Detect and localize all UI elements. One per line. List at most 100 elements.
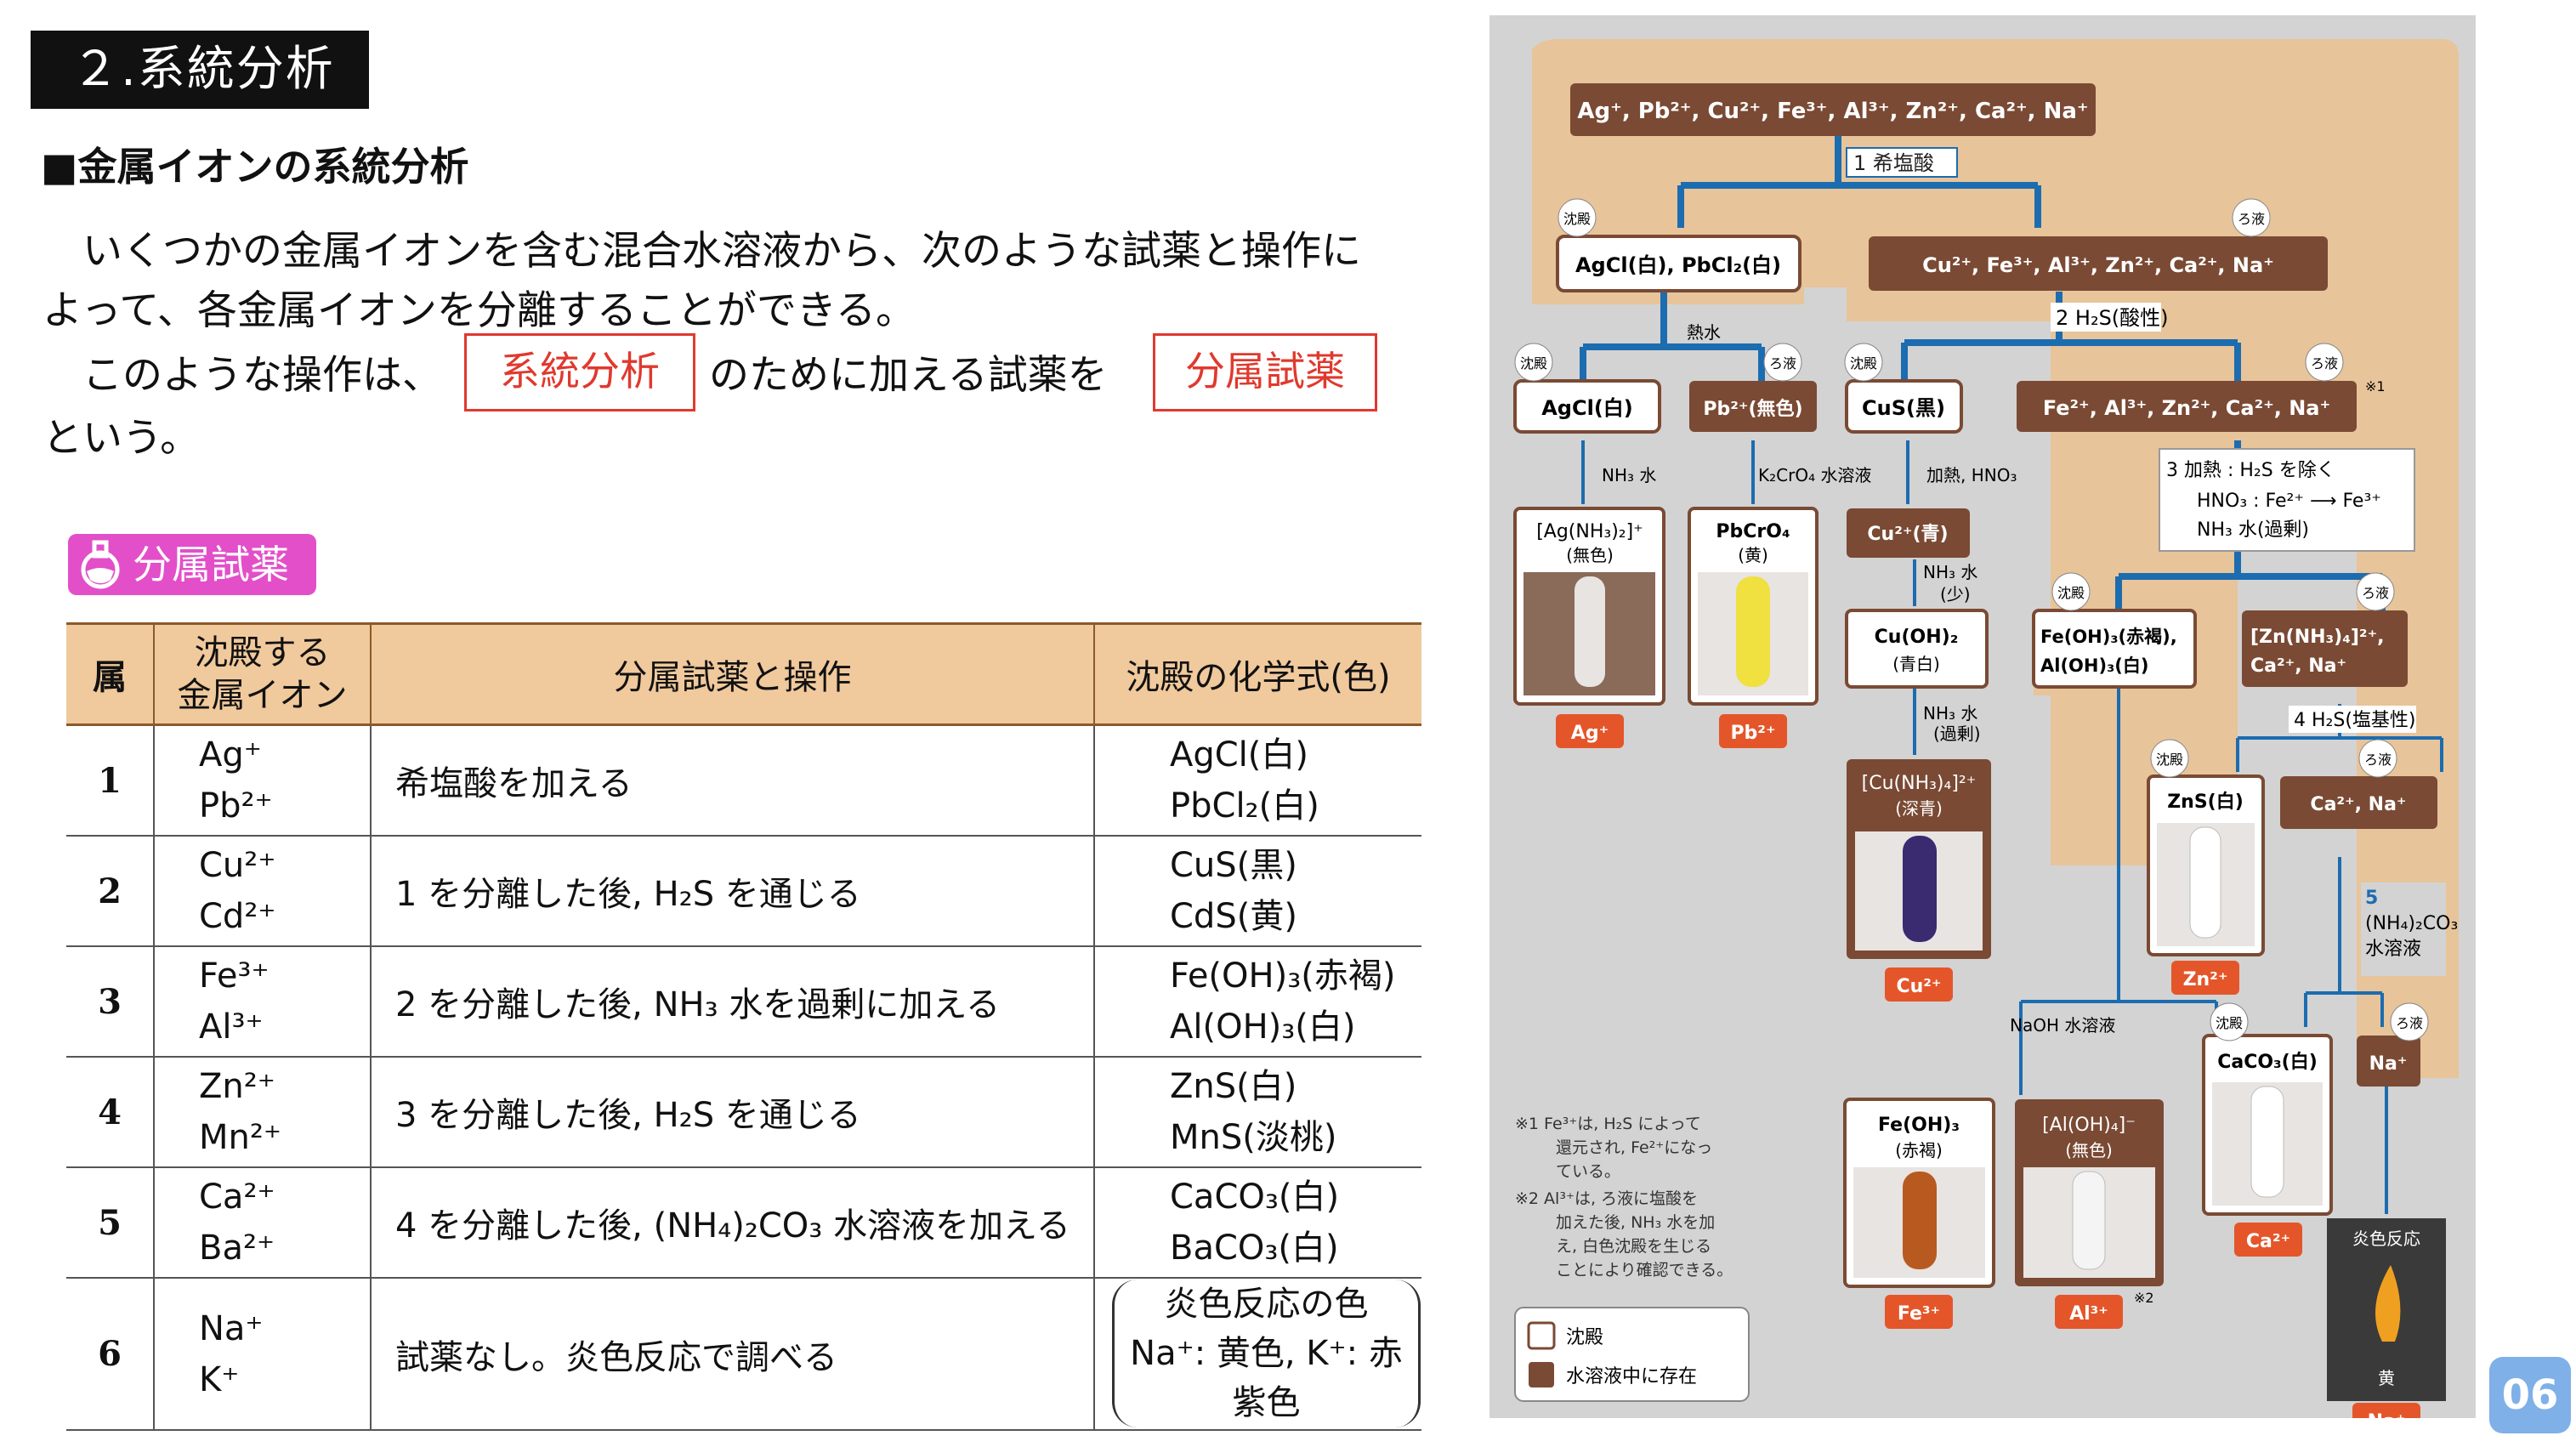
svg-text:[Cu(NH₃)₄]²⁺: [Cu(NH₃)₄]²⁺ <box>1862 773 1977 794</box>
legend: 沈殿 水溶液中に存在 <box>1514 1307 1750 1402</box>
svg-text:Zn²⁺: Zn²⁺ <box>2183 969 2228 990</box>
step1-label: 1 希塩酸 <box>1853 151 1934 175</box>
ppt: MnS(淡桃) <box>1170 1118 1337 1157</box>
cell-ions: Cu²⁺ Cd²⁺ <box>153 836 371 947</box>
ion: Na⁺ <box>199 1308 264 1348</box>
cell-group: 4 <box>66 1057 154 1168</box>
node-agcl: AgCl(白) <box>1513 379 1661 434</box>
step2-label: 2 H₂S(酸性) <box>2056 306 2169 330</box>
svg-text:Na⁺: Na⁺ <box>2369 1053 2408 1075</box>
node-ca-na: Ca²⁺, Na⁺ <box>2280 776 2437 829</box>
node-zn-complex: [Zn(NH₃)₄]²⁺, Ca²⁺, Na⁺ <box>2242 610 2408 687</box>
svg-text:※1 Fe³⁺は, H₂S によって: ※1 Fe³⁺は, H₂S によって <box>1515 1115 1701 1133</box>
cell-ions: Ca²⁺ Ba²⁺ <box>153 1167 371 1279</box>
svg-text:ろ液: ろ液 <box>2362 585 2389 601</box>
svg-text:ZnS(白): ZnS(白) <box>2167 791 2244 813</box>
ion: Fe³⁺ <box>199 956 270 996</box>
svg-text:3 加熱 : H₂S を除く: 3 加熱 : H₂S を除く <box>2166 460 2335 481</box>
th-ions: 沈殿する 金属イオン <box>153 622 371 726</box>
excess-label: (過剰) <box>1933 724 1981 744</box>
svg-text:CaCO₃(白): CaCO₃(白) <box>2217 1051 2318 1073</box>
th-precipitate: 沈殿の化学式(色) <box>1093 622 1421 726</box>
ion: K⁺ <box>199 1359 240 1399</box>
svg-text:沈殿: 沈殿 <box>2057 585 2085 601</box>
cell-operation: 2 を分離した後, NH₃ 水を過剰に加える <box>370 946 1094 1058</box>
svg-text:[Ag(NH₃)₂]⁺: [Ag(NH₃)₂]⁺ <box>1536 521 1643 542</box>
tag-ppt: 沈殿 <box>1844 343 1883 382</box>
cell-ions: Zn²⁺ Mn²⁺ <box>153 1057 371 1168</box>
node-pb: Pb²⁺(無色) <box>1689 381 1817 432</box>
svg-text:Ca²⁺, Na⁺: Ca²⁺, Na⁺ <box>2250 655 2346 677</box>
svg-text:(無色): (無色) <box>1566 545 1614 565</box>
ion: Ba²⁺ <box>199 1229 275 1268</box>
step3-box: 3 加熱 : H₂S を除く HNO₃ : Fe²⁺ ⟶ Fe³⁺ NH₃ 水(… <box>2159 448 2415 552</box>
svg-text:(赤褐): (赤褐) <box>1895 1140 1943 1160</box>
svg-text:え, 白色沈殿を生じる: え, 白色沈殿を生じる <box>1556 1237 1711 1256</box>
svg-text:Ag⁺, Pb²⁺, Cu²⁺, Fe³⁺, Al³⁺, Z: Ag⁺, Pb²⁺, Cu²⁺, Fe³⁺, Al³⁺, Zn²⁺, Ca²⁺,… <box>1577 99 2088 124</box>
table-row: 1 Ag⁺ Pb²⁺ 希塩酸を加える AgCl(白) PbCl₂(白) <box>66 724 1421 837</box>
svg-text:加えた後, NH₃ 水を加: 加えた後, NH₃ 水を加 <box>1556 1213 1715 1232</box>
node-caco3: CaCO₃(白) <box>2202 1034 2333 1216</box>
node-feoh-aloh: Fe(OH)₃(赤褐), Al(OH)₃(白) <box>2032 609 2197 689</box>
svg-text:Na⁺: Na⁺ <box>2368 1411 2406 1418</box>
table-row: 6 Na⁺ K⁺ 試薬なし。炎色反応で調べる 炎色反応の色 Na⁺: 黄色, K⁺:… <box>66 1278 1421 1431</box>
ion: Mn²⁺ <box>199 1118 282 1157</box>
ion: Zn²⁺ <box>199 1067 275 1106</box>
node-ag-complex: [Ag(NH₃)₂]⁺ (無色) <box>1513 507 1665 706</box>
svg-text:※2 Al³⁺は, ろ液に塩酸を: ※2 Al³⁺は, ろ液に塩酸を <box>1515 1189 1698 1208</box>
node-cuoh2: Cu(OH)₂ (青白) <box>1845 609 1989 689</box>
ion: Pb²⁺ <box>199 786 273 826</box>
node-na: Na⁺ <box>2357 1036 2420 1087</box>
ion-label-ca: Ca²⁺ <box>2234 1223 2302 1257</box>
ion-label-na: Na⁺ <box>2352 1403 2420 1418</box>
table-row: 5 Ca²⁺ Ba²⁺ 4 を分離した後, (NH₄)₂CO₃ 水溶液を加える C… <box>66 1167 1421 1279</box>
ppt: BaCO₃(白) <box>1170 1229 1339 1268</box>
svg-text:Cu²⁺: Cu²⁺ <box>1896 976 1941 997</box>
step5-num: 5 <box>2365 888 2378 909</box>
table-row: 4 Zn²⁺ Mn²⁺ 3 を分離した後, H₂S を通じる ZnS(白) MnS(… <box>66 1057 1421 1168</box>
cell-group: 3 <box>66 946 154 1058</box>
svg-text:AgCl(白), PbCl₂(白): AgCl(白), PbCl₂(白) <box>1575 253 1781 277</box>
svg-text:沈殿: 沈殿 <box>1520 355 1547 372</box>
flame-test: 炎色反応 黄 <box>2327 1218 2446 1401</box>
svg-text:炎色反応: 炎色反応 <box>2352 1229 2420 1249</box>
svg-text:(青白): (青白) <box>1892 654 1940 674</box>
th-operation: 分属試薬と操作 <box>370 622 1094 726</box>
svg-text:(深青): (深青) <box>1895 798 1943 819</box>
svg-text:沈殿: 沈殿 <box>1563 211 1591 227</box>
tag-filt: ろ液 <box>1763 343 1802 382</box>
svg-text:沈殿: 沈殿 <box>2156 752 2183 768</box>
svg-text:Fe(OH)₃: Fe(OH)₃ <box>1878 1115 1960 1136</box>
step4-label: 4 H₂S(塩基性) <box>2294 710 2415 731</box>
node-filtrate-2: Fe²⁺, Al³⁺, Zn²⁺, Ca²⁺, Na⁺ <box>2017 381 2357 432</box>
term-box-systematic-analysis: 系統分析 <box>464 333 695 411</box>
cell-precipitate: ZnS(白) MnS(淡桃) <box>1093 1057 1421 1168</box>
cell-group: 2 <box>66 836 154 947</box>
svg-text:Pb²⁺(無色): Pb²⁺(無色) <box>1703 398 1802 420</box>
cell-ions: Fe³⁺ Al³⁺ <box>153 946 371 1058</box>
naoh-label: NaOH 水溶液 <box>2010 1015 2115 1036</box>
svg-text:(黄): (黄) <box>1738 545 1768 565</box>
ion-label-zn: Zn²⁺ <box>2171 961 2239 995</box>
ppt: Na⁺: 黄色, K⁺: 赤紫色 <box>1130 1334 1403 1422</box>
group-reagent-badge: 分属試薬 <box>68 534 316 595</box>
section-title: ２.系統分析 <box>31 31 369 109</box>
svg-text:Cu²⁺(青): Cu²⁺(青) <box>1867 524 1948 545</box>
cell-operation: 試薬なし。炎色反応で調べる <box>370 1278 1094 1431</box>
svg-text:AgCl(白): AgCl(白) <box>1541 396 1633 420</box>
tag-ppt: 沈殿 <box>2210 1002 2249 1041</box>
cell-group: 1 <box>66 724 154 837</box>
ppt: CdS(黄) <box>1170 897 1297 936</box>
cell-group: 6 <box>66 1278 154 1431</box>
node-cu-complex: [Cu(NH₃)₄]²⁺ (深青) <box>1847 759 1991 959</box>
svg-text:Fe²⁺, Al³⁺, Zn²⁺, Ca²⁺, Na⁺: Fe²⁺, Al³⁺, Zn²⁺, Ca²⁺, Na⁺ <box>2043 396 2330 420</box>
page-number: 06 <box>2489 1357 2571 1433</box>
tag-ppt: 沈殿 <box>1558 198 1597 237</box>
tag-ppt: 沈殿 <box>2051 572 2091 611</box>
svg-text:Fe(OH)₃(赤褐),: Fe(OH)₃(赤褐), <box>2040 627 2177 647</box>
cell-group: 5 <box>66 1167 154 1279</box>
ppt: 炎色反応の色 <box>1164 1285 1369 1324</box>
svg-text:[Al(OH)₄]⁻: [Al(OH)₄]⁻ <box>2042 1115 2136 1136</box>
cell-precipitate: CuS(黒) CdS(黄) <box>1093 836 1421 947</box>
nh3-little-label: NH₃ 水 <box>1923 562 1977 582</box>
